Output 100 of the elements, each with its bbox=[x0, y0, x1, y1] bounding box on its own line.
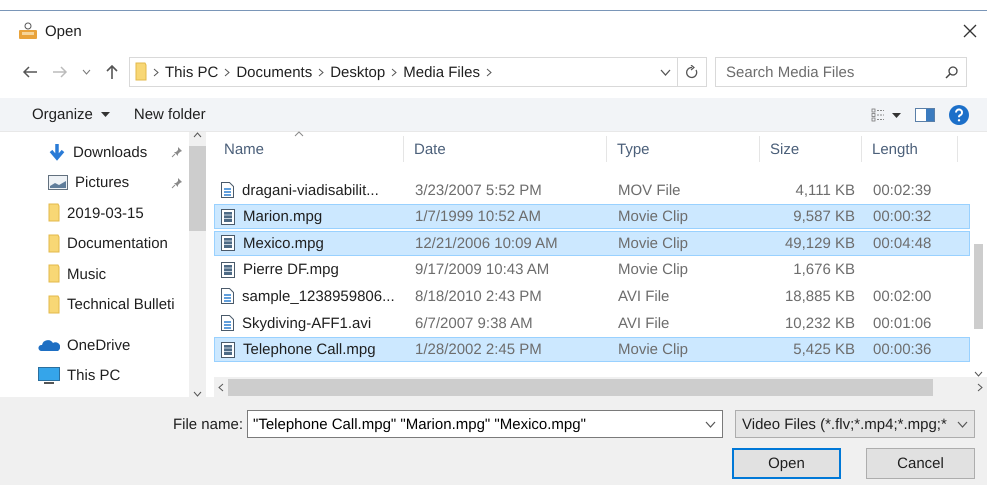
dropdown-caret-icon[interactable] bbox=[660, 68, 671, 76]
sidebar-item-label: Music bbox=[67, 266, 106, 283]
file-row[interactable]: Pierre DF.mpg 9/17/2009 10:43 AM Movie Clip 1,676 KB bbox=[214, 257, 970, 282]
file-name: Mexico.mpg bbox=[243, 234, 324, 252]
file-row[interactable]: Marion.mpg 1/7/1999 10:52 AM Movie Clip 9,587 KB 00:00:32 bbox=[214, 204, 970, 230]
file-name-label: File name: bbox=[172, 416, 243, 432]
table-cell-text: 00:04:48 bbox=[872, 234, 932, 252]
table-cell-text: Movie Clip bbox=[617, 208, 690, 226]
sidebar-item[interactable]: OneDrive bbox=[0, 330, 189, 360]
organize-button[interactable]: Organize bbox=[22, 102, 120, 127]
table-cell-text: 49,129 KB bbox=[784, 234, 856, 252]
scroll-down-icon[interactable] bbox=[974, 371, 983, 377]
scroll-up-icon[interactable] bbox=[193, 132, 202, 138]
film-icon bbox=[221, 262, 235, 278]
file-name: Telephone Call.mpg bbox=[243, 341, 376, 358]
file-name-field[interactable]: "Telephone Call.mpg" "Marion.mpg" "Mexico.mpg" bbox=[247, 410, 723, 438]
monitor-icon bbox=[38, 367, 60, 384]
back-arrow-icon[interactable] bbox=[22, 65, 38, 79]
film-icon bbox=[221, 235, 235, 252]
search-icon[interactable] bbox=[945, 66, 958, 78]
dropdown-caret-icon bbox=[957, 420, 968, 428]
scrollbar-thumb[interactable] bbox=[189, 146, 206, 231]
table-cell-text: 1,676 KB bbox=[792, 261, 856, 278]
file-row[interactable]: Skydiving-AFF1.avi 6/7/2007 9:38 AM AVI File 10,232 KB 00:01:06 bbox=[214, 310, 970, 336]
sidebar-item-label: Downloads bbox=[73, 144, 148, 161]
sidebar-item[interactable]: Downloads bbox=[0, 137, 189, 168]
file-row[interactable]: dragani-viadisabilit... 3/23/2007 5:52 PM MOV File 4,111 KB 00:02:39 bbox=[214, 178, 970, 203]
search-box[interactable]: Search Media Files bbox=[715, 57, 967, 87]
refresh-icon[interactable] bbox=[686, 65, 698, 79]
breadcrumb[interactable]: This PC bbox=[165, 64, 218, 80]
folder-icon bbox=[48, 203, 60, 224]
table-cell-text: Movie Clip bbox=[617, 261, 690, 278]
film-icon bbox=[221, 342, 235, 358]
column-header[interactable]: Length bbox=[862, 136, 958, 162]
search-input[interactable]: Search Media Files bbox=[724, 62, 941, 82]
dropdown-caret-icon[interactable] bbox=[705, 420, 716, 428]
table-cell-text: 00:02:00 bbox=[872, 288, 932, 305]
chevron-icon bbox=[391, 68, 398, 76]
table-cell-text: 8/18/2010 2:43 PM bbox=[414, 288, 543, 305]
file-name: Skydiving-AFF1.avi bbox=[242, 314, 372, 332]
picture-icon bbox=[48, 175, 68, 190]
folder-icon bbox=[135, 62, 147, 82]
file-row[interactable]: Telephone Call.mpg 1/28/2002 2:45 PM Movie Clip 5,425 KB 00:00:36 bbox=[214, 337, 970, 362]
chevron-icon bbox=[153, 68, 159, 76]
sidebar-item-label: OneDrive bbox=[67, 336, 130, 354]
pin-icon[interactable] bbox=[171, 176, 183, 189]
breadcrumb[interactable]: Media Files bbox=[403, 64, 480, 80]
scroll-right-icon[interactable] bbox=[977, 382, 983, 392]
sidebar-item[interactable]: Documentation bbox=[0, 228, 189, 259]
chevron-icon bbox=[318, 68, 324, 76]
sidebar-item[interactable]: Music bbox=[0, 259, 189, 290]
file-row[interactable]: sample_1238959806... 8/18/2010 2:43 PM AVI File 18,885 KB 00:02:00 bbox=[214, 284, 970, 309]
sidebar-item[interactable]: 2019-03-15 bbox=[0, 198, 189, 228]
table-cell-text: 9,587 KB bbox=[792, 208, 856, 226]
recent-dropdown-icon[interactable] bbox=[82, 69, 91, 75]
new-folder-button[interactable]: New folder bbox=[124, 102, 216, 127]
table-cell-text: 3/23/2007 5:52 PM bbox=[414, 182, 543, 199]
open-button[interactable]: Open bbox=[732, 448, 841, 479]
file-row[interactable]: Mexico.mpg 12/21/2006 10:09 AM Movie Clip 49,129 KB 00:04:48 bbox=[214, 230, 970, 256]
document-icon bbox=[221, 288, 234, 304]
column-header[interactable]: Size bbox=[760, 136, 862, 162]
breadcrumb[interactable]: Documents bbox=[236, 64, 312, 80]
chevron-icon bbox=[486, 68, 492, 76]
folder-icon bbox=[48, 234, 60, 254]
cancel-button[interactable]: Cancel bbox=[866, 448, 975, 479]
address-bar[interactable]: This PC Documents Desktop Media Files bbox=[129, 57, 707, 87]
file-type-dropdown[interactable]: Video Files (*.flv;*.mp4;*.mpg;* bbox=[735, 410, 975, 438]
column-header[interactable]: Type bbox=[607, 136, 760, 162]
sidebar-item[interactable]: Technical Bulleti bbox=[0, 290, 189, 320]
folder-icon bbox=[48, 264, 60, 284]
view-options-icon[interactable] bbox=[871, 108, 901, 122]
table-cell-text: AVI File bbox=[617, 288, 670, 305]
column-header[interactable]: Date bbox=[404, 136, 607, 162]
up-arrow-icon[interactable] bbox=[105, 64, 119, 80]
sidebar-item[interactable]: This PC bbox=[0, 360, 189, 391]
file-name: dragani-viadisabilit... bbox=[242, 182, 379, 199]
table-cell-text: 9/17/2009 10:43 AM bbox=[414, 261, 550, 278]
close-icon[interactable] bbox=[963, 24, 977, 38]
breadcrumb[interactable]: Desktop bbox=[330, 64, 386, 80]
scrollbar-thumb[interactable] bbox=[228, 378, 933, 396]
column-header[interactable]: Name bbox=[214, 136, 404, 162]
cloud-icon bbox=[38, 338, 60, 352]
file-name: sample_1238959806... bbox=[242, 288, 395, 305]
scrollbar-thumb[interactable] bbox=[974, 244, 983, 329]
sort-caret-icon bbox=[294, 131, 304, 137]
sidebar-item-label: Documentation bbox=[67, 235, 168, 252]
sidebar-item-label: 2019-03-15 bbox=[67, 204, 144, 222]
sidebar-item-label: Technical Bulleti bbox=[67, 296, 175, 314]
scroll-left-icon[interactable] bbox=[218, 382, 224, 392]
scroll-down-icon[interactable] bbox=[193, 391, 202, 397]
pin-icon[interactable] bbox=[171, 146, 183, 158]
table-cell-text: 18,885 KB bbox=[784, 288, 856, 305]
sidebar-item[interactable]: Pictures bbox=[0, 168, 189, 198]
table-cell-text: 10,232 KB bbox=[784, 314, 856, 332]
sidebar-item-label: This PC bbox=[67, 367, 120, 384]
table-cell-text: 1/7/1999 10:52 AM bbox=[414, 208, 542, 226]
table-cell-text: 5,425 KB bbox=[792, 341, 856, 358]
preview-pane-icon[interactable] bbox=[915, 108, 935, 122]
help-icon[interactable] bbox=[949, 104, 969, 124]
table-cell-text: 4,111 KB bbox=[794, 182, 856, 199]
